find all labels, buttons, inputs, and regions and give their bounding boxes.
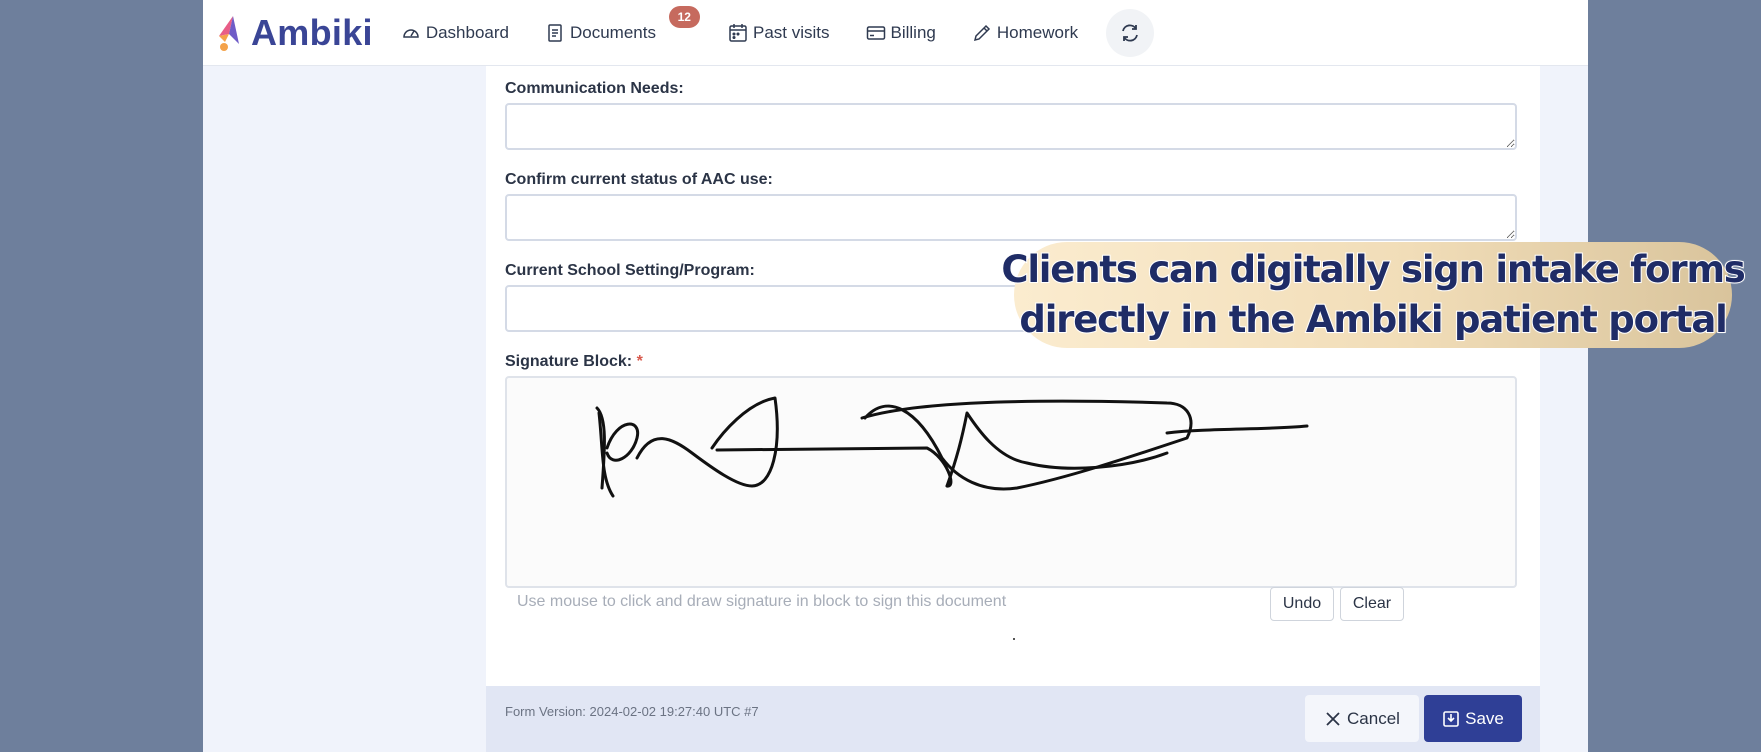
undo-button[interactable]: Undo [1270, 587, 1334, 621]
nav-past-visits[interactable]: Past visits [728, 23, 830, 43]
cancel-button[interactable]: Cancel [1305, 695, 1419, 742]
intake-form-card: Communication Needs: Confirm current sta… [486, 66, 1540, 686]
speedometer-icon [403, 28, 419, 38]
form-footer: Form Version: 2024-02-02 19:27:40 UTC #7… [486, 686, 1540, 752]
document-icon [548, 23, 562, 42]
divider-dot [1013, 638, 1015, 640]
communication-needs-label: Communication Needs: [505, 80, 684, 97]
caption-line-2: directly in the Ambiki patient portal [1018, 297, 1728, 342]
pencil-icon [973, 24, 990, 41]
nav-dashboard-label: Dashboard [425, 22, 509, 42]
close-icon [1326, 711, 1340, 726]
brand-name: Ambiki [251, 11, 373, 53]
save-button-label: Save [1465, 708, 1504, 728]
documents-count-badge: 12 [668, 5, 700, 28]
caption-line-1: Clients can digitally sign intake forms [1000, 247, 1746, 292]
save-button[interactable]: Save [1424, 695, 1522, 742]
signature-block-label: Signature Block: * [505, 353, 643, 371]
signature-hint: Use mouse to click and draw signature in… [517, 593, 1007, 610]
nav-documents[interactable]: Documents 12 [545, 5, 700, 43]
ambiki-logo-icon [219, 15, 239, 51]
brand-logo[interactable]: Ambiki [213, 12, 373, 54]
signature-block-label-text: Signature Block: [505, 353, 633, 370]
nav-documents-label: Documents [570, 22, 656, 42]
communication-needs-input[interactable] [505, 103, 1517, 150]
nav-past-visits-label: Past visits [752, 22, 830, 42]
aac-status-input[interactable] [505, 194, 1517, 241]
calendar-icon [729, 23, 747, 42]
signature-pad[interactable] [505, 376, 1517, 588]
required-marker: * [636, 353, 643, 370]
top-navbar: Ambiki Dashboard Documents 12 Past visit… [203, 0, 1588, 66]
form-version: Form Version: 2024-02-02 19:27:40 UTC #7 [505, 704, 759, 719]
save-icon [1443, 710, 1459, 727]
promo-caption-overlay: Clients can digitally sign intake forms … [1000, 242, 1747, 348]
nav-homework[interactable]: Homework [972, 23, 1078, 43]
credit-card-icon [866, 25, 885, 40]
cancel-button-label: Cancel [1347, 708, 1400, 728]
app-window: Ambiki Dashboard Documents 12 Past visit… [203, 0, 1588, 752]
school-setting-label: Current School Setting/Program: [505, 262, 755, 279]
nav-homework-label: Homework [996, 22, 1079, 42]
main-nav: Dashboard Documents 12 Past visits Billi… [401, 5, 1155, 57]
nav-billing[interactable]: Billing [866, 23, 936, 43]
nav-billing-label: Billing [890, 22, 936, 42]
clear-button[interactable]: Clear [1340, 587, 1404, 621]
aac-status-label: Confirm current status of AAC use: [505, 171, 773, 188]
refresh-icon [1122, 24, 1139, 41]
nav-dashboard[interactable]: Dashboard [401, 23, 509, 43]
signature-drawing [595, 396, 1309, 498]
refresh-button[interactable] [1106, 8, 1155, 57]
